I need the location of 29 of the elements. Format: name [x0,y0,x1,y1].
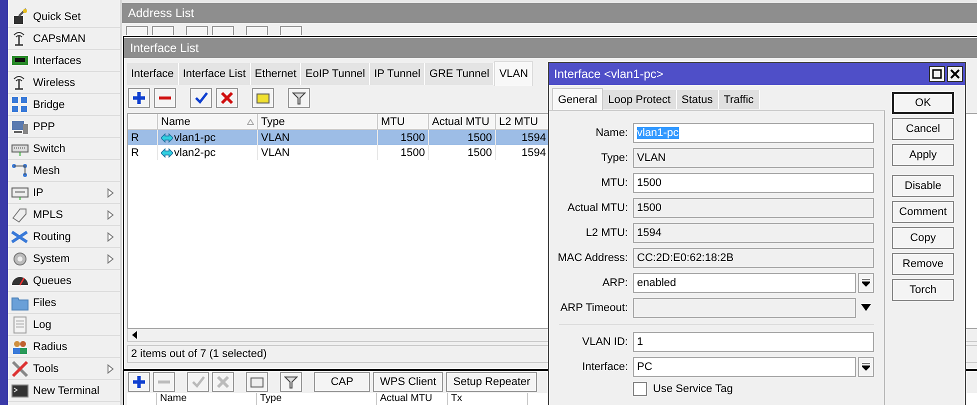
field-label: ARP: [601,276,629,288]
field-label: MTU: [600,176,629,188]
table-cell: vlan2-pc [158,145,258,160]
field-label: Actual MTU: [566,202,629,214]
readonly-field: VLAN [633,148,874,168]
field-label: Interface: [581,360,629,372]
table-cell: VLAN [258,130,378,145]
field-label: VLAN ID: [581,336,629,348]
readonly-field: 1594 [633,222,874,242]
table-cell: 1500 [429,130,496,145]
field-label: ARP Timeout: [559,302,629,314]
field-label: MAC Address: [556,252,629,264]
table-cell: R [128,130,158,145]
table-cell: 1500 [378,130,429,145]
field-label: Name: [594,126,629,138]
readonly-field: 1500 [633,198,874,218]
readonly-field: CC:2D:E0:62:18:2B [633,248,874,268]
table-cell: R [128,145,158,160]
table-cell: vlan1-pc [158,130,258,145]
table-cell: VLAN [258,145,378,160]
field-label: Type: [600,152,629,164]
window-title: Address List [122,3,977,23]
field-label: L2 MTU: [584,226,629,238]
table-cell: 1500 [378,145,429,160]
dialog-title: Interface <vlan1-pc> [554,67,664,81]
checkbox-label: Use Service Tag [653,383,733,395]
table-cell: 1594 [496,130,550,145]
window-title: Interface List [124,38,977,58]
table-cell: 1500 [429,145,496,160]
